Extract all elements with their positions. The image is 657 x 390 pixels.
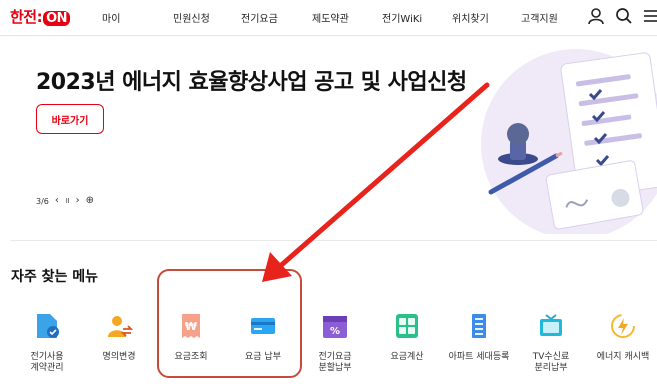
- menu-item-tv-fee[interactable]: TV수신료 분리납부: [515, 308, 587, 380]
- tv-icon: [540, 314, 562, 336]
- document-check-icon: [37, 314, 59, 338]
- apartment-icon: [472, 314, 486, 338]
- add-icon[interactable]: ⊕: [86, 196, 94, 206]
- frequent-menu: 전기사용 계약관리 명의변경 ₩ 요금조회 요금 납부 % 전기요금 분할납부: [0, 308, 657, 390]
- user-icon[interactable]: [586, 6, 606, 26]
- slide-controls: 3/6 ‹ ॥ › ⊕: [36, 195, 94, 207]
- menu-item-contract-management[interactable]: 전기사용 계약관리: [11, 308, 83, 380]
- logo-text-on: ON: [43, 11, 71, 26]
- logo-text-main: 한전:: [10, 8, 43, 26]
- menu-item-label: 전기사용 계약관리: [30, 352, 64, 373]
- menu-item-bill-inquiry[interactable]: ₩ 요금조회: [155, 308, 227, 380]
- menu-item-label: 요금 납부: [245, 352, 281, 362]
- nav-item-location[interactable]: 위치찾기: [452, 10, 489, 25]
- kepco-on-logo[interactable]: 한전: ON: [10, 6, 71, 27]
- menu-item-label: 아파트 세대등록: [448, 352, 510, 362]
- section-divider: [10, 240, 657, 241]
- user-change-icon: [108, 316, 133, 337]
- menu-item-label: 에너지 캐시백: [596, 352, 650, 362]
- frequent-menu-title: 자주 찾는 메뉴: [11, 269, 99, 285]
- svg-text:₩: ₩: [185, 320, 197, 333]
- lightning-icon: [611, 314, 635, 338]
- menu-item-bill-payment[interactable]: 요금 납부: [227, 308, 299, 380]
- nav-item-terms[interactable]: 제도약관: [312, 10, 349, 25]
- nav-item-support[interactable]: 고객지원: [521, 10, 558, 25]
- main-nav: 마이 민원신청 전기요금 제도약관 전기WiKi 위치찾기 고객지원: [90, 0, 560, 36]
- menu-icon[interactable]: [642, 6, 657, 26]
- nav-item-wiki[interactable]: 전기WiKi: [382, 10, 422, 25]
- nav-item-my[interactable]: 마이: [102, 10, 120, 25]
- menu-item-label: TV수신료 분리납부: [532, 352, 570, 373]
- pause-icon[interactable]: ॥: [65, 196, 70, 206]
- nav-item-electric-bill[interactable]: 전기요금: [241, 10, 278, 25]
- menu-item-energy-cashback[interactable]: 에너지 캐시백: [587, 308, 657, 380]
- menu-item-label: 요금조회: [174, 352, 208, 362]
- next-slide-icon[interactable]: ›: [76, 196, 80, 206]
- menu-item-bill-calculator[interactable]: 요금계산: [371, 308, 443, 380]
- menu-item-label: 요금계산: [390, 352, 424, 362]
- menu-item-name-change[interactable]: 명의변경: [83, 308, 155, 380]
- credit-card-icon: [251, 318, 275, 334]
- nav-item-civil-request[interactable]: 민원신청: [173, 10, 210, 25]
- search-icon[interactable]: [614, 6, 634, 26]
- calculator-icon: [396, 314, 418, 338]
- menu-item-label: 전기요금 분할납부: [318, 352, 352, 373]
- contract-illustration: [481, 49, 657, 234]
- prev-slide-icon[interactable]: ‹: [55, 196, 59, 206]
- slide-counter: 3/6: [36, 196, 49, 206]
- menu-item-installment[interactable]: % 전기요금 분할납부: [299, 308, 371, 380]
- hero-title[interactable]: 2023년 에너지 효율향상사업 공고 및 사업신청: [36, 64, 467, 96]
- menu-item-apartment-registration[interactable]: 아파트 세대등록: [443, 308, 515, 380]
- calendar-percent-icon: %: [323, 316, 347, 338]
- svg-text:%: %: [330, 326, 340, 337]
- won-receipt-icon: ₩: [182, 314, 200, 338]
- top-header: 한전: ON 마이 민원신청 전기요금 제도약관 전기WiKi 위치찾기 고객지원: [0, 0, 657, 36]
- go-button[interactable]: 바로가기: [36, 104, 104, 134]
- menu-item-label: 명의변경: [102, 352, 136, 362]
